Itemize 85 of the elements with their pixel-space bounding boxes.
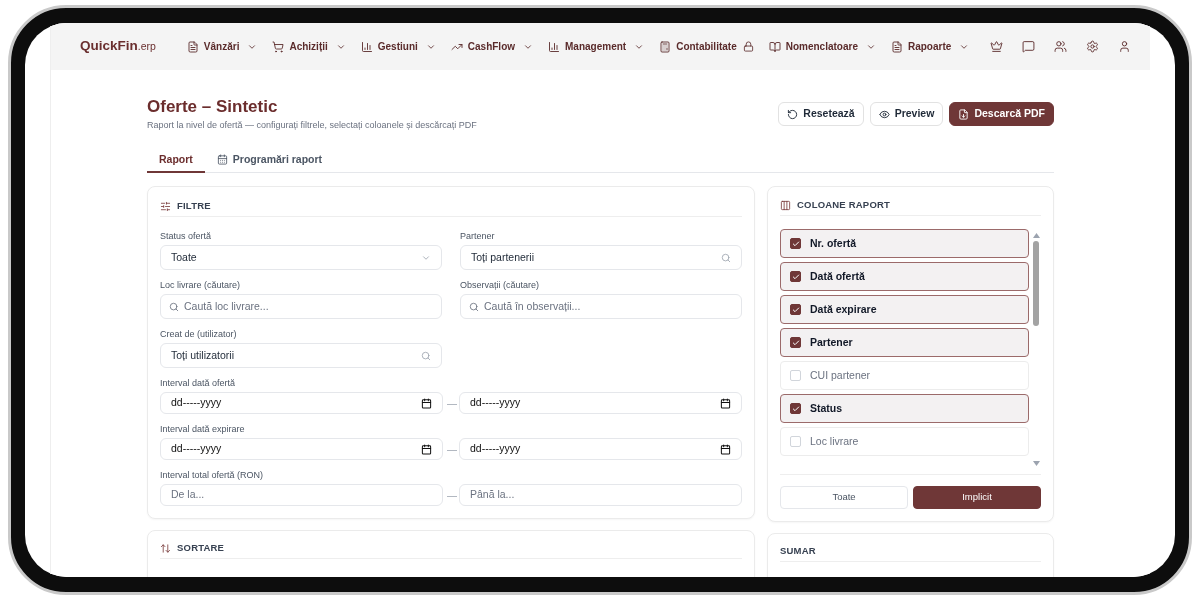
sort-arrows-icon xyxy=(160,542,171,554)
field-label: Interval dată ofertă xyxy=(160,378,237,389)
checkbox[interactable] xyxy=(790,238,801,249)
document-icon xyxy=(186,40,199,53)
settings-icon[interactable] xyxy=(1086,40,1099,53)
nav-menu-item[interactable]: Vânzări xyxy=(186,39,258,54)
date-field[interactable]: dd-----yyyy xyxy=(160,438,443,460)
search-icon xyxy=(421,350,431,361)
eye-icon xyxy=(878,108,890,120)
file-download-icon xyxy=(958,108,970,120)
lookup-field[interactable]: Toți utilizatorii xyxy=(160,343,442,368)
section-title: COLOANE RAPORT xyxy=(797,197,891,212)
column-option[interactable]: Loc livrare xyxy=(780,427,1029,456)
logo[interactable]: QuickFin.erp xyxy=(80,36,156,57)
column-option[interactable]: Nr. ofertă xyxy=(780,229,1029,258)
calendar-icon xyxy=(720,443,731,455)
action-button[interactable]: Descarcă PDF xyxy=(949,102,1054,126)
document-icon xyxy=(890,40,903,53)
range-separator: — xyxy=(447,396,455,411)
field-label: Loc livrare (căutare) xyxy=(160,280,242,291)
page-title: Oferte – Sintetic xyxy=(147,97,279,117)
column-option[interactable]: CUI partener xyxy=(780,361,1029,390)
nav-menu-item[interactable]: CashFlow xyxy=(450,39,534,54)
nav-menu-item[interactable]: Achiziții xyxy=(272,39,346,54)
nav-menu-item[interactable]: Rapoarte xyxy=(890,39,970,54)
sliders-icon xyxy=(160,200,171,212)
reset-icon xyxy=(787,108,799,120)
range-separator: — xyxy=(447,442,455,457)
number-field[interactable]: De la... xyxy=(160,484,443,506)
range-separator: — xyxy=(447,488,455,503)
cart-icon xyxy=(272,40,285,53)
section-title: SUMAR xyxy=(780,543,816,558)
field-label: Creat de (utilizator) xyxy=(160,329,238,340)
columns-button[interactable]: Implicit xyxy=(913,486,1041,509)
columns-button[interactable]: Toate xyxy=(780,486,908,509)
lock-icon xyxy=(742,41,754,52)
search-icon xyxy=(721,252,731,263)
checkbox[interactable] xyxy=(790,304,801,315)
calculator-icon xyxy=(659,40,672,53)
column-option[interactable]: Partener xyxy=(780,328,1029,357)
nav-menu-item[interactable]: Contabilitate xyxy=(659,39,754,54)
search-field[interactable]: Caută în observații... xyxy=(460,294,742,319)
columns-icon xyxy=(780,199,791,211)
field-label: Observații (căutare) xyxy=(460,280,541,291)
scrollbar-thumb[interactable] xyxy=(1033,241,1039,326)
calendar-icon xyxy=(421,397,432,409)
checkbox[interactable] xyxy=(790,271,801,282)
lookup-field[interactable]: Toți partenerii xyxy=(460,245,742,270)
calendar-icon xyxy=(720,397,731,409)
search-icon xyxy=(169,301,179,312)
search-field[interactable]: Caută loc livrare... xyxy=(160,294,442,319)
checkbox[interactable] xyxy=(790,337,801,348)
field-label: Interval total ofertă (RON) xyxy=(160,470,265,481)
message-icon[interactable] xyxy=(1022,40,1035,53)
column-option[interactable]: Status xyxy=(780,394,1029,423)
search-icon xyxy=(469,301,479,312)
calendar-icon xyxy=(216,153,228,165)
nav-menu-item[interactable]: Gestiuni xyxy=(360,39,436,54)
bar-chart-icon xyxy=(360,40,373,53)
users-icon[interactable] xyxy=(1054,40,1067,53)
field-label: Interval dată expirare xyxy=(160,424,246,435)
field-label: Partener xyxy=(460,231,496,242)
date-field[interactable]: dd-----yyyy xyxy=(459,438,742,460)
section-title: SORTARE xyxy=(177,540,225,555)
page-subtitle: Raport la nivel de ofertă — configurați filtrele, selectați coloanele și descărcați PDF xyxy=(147,120,477,131)
select-field[interactable]: Toate xyxy=(160,245,442,270)
tab[interactable]: Raport xyxy=(147,146,205,173)
section-title: FILTRE xyxy=(177,198,211,213)
number-field[interactable]: Până la... xyxy=(459,484,742,506)
nav-menu-item[interactable]: Management xyxy=(548,39,645,54)
action-button[interactable]: Resetează xyxy=(778,102,864,126)
nav-menu-item[interactable]: Nomenclatoare xyxy=(768,39,876,54)
tab[interactable]: Programări raport xyxy=(204,146,335,173)
date-field[interactable]: dd-----yyyy xyxy=(459,392,742,414)
crown-icon[interactable] xyxy=(990,40,1003,53)
column-option[interactable]: Dată expirare xyxy=(780,295,1029,324)
calendar-icon xyxy=(421,443,432,455)
date-field[interactable]: dd-----yyyy xyxy=(160,392,443,414)
column-option[interactable]: Dată ofertă xyxy=(780,262,1029,291)
user-icon[interactable] xyxy=(1118,40,1131,53)
book-icon xyxy=(768,40,781,53)
bar-chart-icon xyxy=(548,40,561,53)
field-label: Status ofertă xyxy=(160,231,213,242)
checkbox[interactable] xyxy=(790,403,801,414)
action-button[interactable]: Preview xyxy=(869,102,944,126)
